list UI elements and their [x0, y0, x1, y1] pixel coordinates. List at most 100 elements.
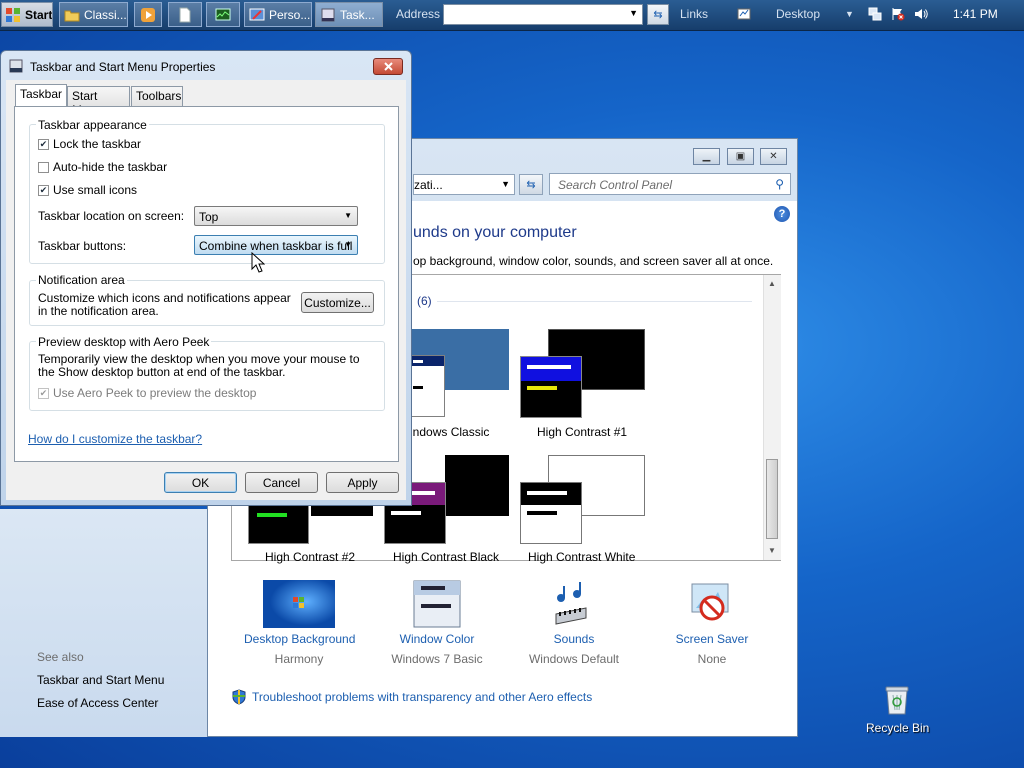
taskbar: Start Classi... Perso... Task... Address… — [0, 0, 1024, 31]
screen-saver-item[interactable]: Screen Saver None — [657, 580, 767, 666]
action-center-icon[interactable] — [891, 7, 905, 21]
chevron-down-icon[interactable]: ▼ — [629, 8, 638, 18]
desktop-toolbar-label[interactable]: Desktop — [776, 7, 820, 21]
checkbox-box[interactable]: ✔ — [38, 184, 49, 196]
chevron-down-icon: ▼ — [344, 211, 352, 220]
scroll-down-icon[interactable]: ▼ — [768, 546, 776, 555]
tab-toolbars[interactable]: Toolbars — [131, 86, 183, 106]
taskbar-button-label: Task... — [340, 7, 375, 22]
recycle-bin-icon[interactable] — [883, 684, 911, 716]
item-title[interactable]: Window Color — [382, 632, 492, 646]
breadcrumb-fragment[interactable]: zati... — [414, 178, 443, 192]
media-player-icon — [141, 7, 155, 22]
theme-thumbnail-window — [408, 355, 445, 417]
chevron-down-icon: ▼ — [344, 240, 352, 249]
taskbar-button-task-manager[interactable] — [206, 2, 240, 27]
theme-label: High Contrast #1 — [537, 425, 628, 439]
item-subtitle: Windows 7 Basic — [391, 652, 483, 666]
taskbar-button-media-player[interactable] — [134, 2, 162, 27]
item-title[interactable]: Sounds — [519, 632, 629, 646]
scroll-up-icon[interactable]: ▲ — [768, 279, 776, 288]
checkbox-box: ✔ — [38, 387, 49, 399]
taskbar-properties-icon — [9, 59, 23, 73]
network-icon[interactable] — [868, 7, 882, 21]
breadcrumb[interactable]: zati... ▼ — [413, 174, 515, 195]
item-title[interactable]: Screen Saver — [657, 632, 767, 646]
theme-label: High Contrast #2 — [265, 550, 356, 564]
desktop-background-item[interactable]: Desktop Background Harmony — [244, 580, 355, 666]
customize-button[interactable]: Customize... — [301, 292, 374, 313]
search-icon[interactable]: ⚲ — [775, 177, 784, 191]
page-subtitle: op background, window color, sounds, and… — [413, 254, 774, 268]
theme-label: High Contrast White — [528, 550, 636, 564]
maximize-icon: ▣ — [735, 151, 746, 162]
ok-button[interactable]: OK — [164, 472, 237, 493]
small-icons-checkbox[interactable]: ✔ Use small icons — [38, 183, 137, 197]
theme-thumbnail-window — [520, 482, 582, 544]
location-select[interactable]: Top ▼ — [194, 206, 358, 226]
dialog-close-button[interactable] — [373, 58, 403, 75]
desktop-chevron-icon[interactable]: ▼ — [845, 9, 854, 19]
taskbar-button-document[interactable] — [168, 2, 202, 27]
start-label: Start — [25, 7, 53, 22]
see-also-taskbar-link[interactable]: Taskbar and Start Menu — [37, 673, 164, 687]
dialog-title: Taskbar and Start Menu Properties — [30, 60, 216, 74]
window-color-item[interactable]: Window Color Windows 7 Basic — [382, 580, 492, 666]
troubleshoot-link[interactable]: Troubleshoot problems with transparency … — [232, 689, 592, 705]
clock[interactable]: 1:41 PM — [953, 7, 998, 21]
taskbar-buttons-select[interactable]: Combine when taskbar is full ▼ — [194, 235, 358, 255]
taskbar-buttons-value: Combine when taskbar is full — [199, 239, 353, 253]
chevron-down-icon[interactable]: ▼ — [501, 179, 510, 189]
refresh-button[interactable]: ⇆ — [519, 174, 543, 195]
taskbar-button-personalization[interactable]: Perso... — [244, 2, 312, 27]
theme-list-scrollbar[interactable]: ▲ ▼ — [763, 275, 781, 560]
location-label: Taskbar location on screen: — [38, 209, 185, 223]
start-button[interactable]: Start — [1, 2, 53, 27]
checkbox-label[interactable]: Use small icons — [53, 183, 137, 197]
taskbar-button-label: Classi... — [84, 7, 127, 22]
auto-hide-checkbox[interactable]: Auto-hide the taskbar — [38, 160, 167, 174]
item-title[interactable]: Desktop Background — [244, 632, 355, 646]
close-button[interactable]: ✕ — [760, 148, 787, 165]
links-label[interactable]: Links — [680, 7, 708, 21]
group-title: Taskbar appearance — [36, 118, 149, 132]
checkbox-box[interactable] — [38, 161, 49, 173]
sounds-icon — [555, 582, 587, 625]
folder-icon — [64, 10, 80, 21]
checkbox-box[interactable]: ✔ — [38, 138, 49, 150]
cancel-button[interactable]: Cancel — [245, 472, 318, 493]
address-go-button[interactable]: ⇆ — [647, 4, 669, 25]
aero-peek-checkbox: ✔ Use Aero Peek to preview the desktop — [38, 386, 256, 400]
minimize-button[interactable]: ▁ — [693, 148, 720, 165]
checkbox-label[interactable]: Auto-hide the taskbar — [53, 160, 167, 174]
links-toolbar-icon[interactable] — [737, 7, 751, 21]
apply-button[interactable]: Apply — [326, 472, 399, 493]
group-title: Notification area — [36, 273, 127, 287]
tab-start-menu[interactable]: Start Menu — [67, 86, 130, 117]
theme-label: indows Classic — [410, 425, 490, 439]
help-link[interactable]: How do I customize the taskbar? — [28, 432, 202, 446]
taskbar-button-classic-folder[interactable]: Classi... — [59, 2, 128, 27]
tab-taskbar[interactable]: Taskbar — [15, 84, 67, 107]
search-input[interactable]: Search Control Panel ⚲ — [549, 173, 791, 195]
theme-thumbnail[interactable] — [445, 455, 509, 516]
recycle-bin-label[interactable]: Recycle Bin — [866, 721, 929, 735]
document-icon — [179, 7, 191, 22]
search-placeholder: Search Control Panel — [558, 178, 673, 192]
maximize-button[interactable]: ▣ — [727, 148, 754, 165]
checkbox-label: Use Aero Peek to preview the desktop — [53, 386, 257, 400]
checkbox-label[interactable]: Lock the taskbar — [53, 137, 141, 151]
help-icon[interactable]: ? — [774, 206, 790, 222]
address-input[interactable]: ▼ — [443, 4, 643, 25]
shield-icon — [232, 689, 246, 705]
taskbar-button-taskbar-properties[interactable]: Task... — [315, 2, 383, 27]
screen-saver-icon — [691, 583, 729, 621]
task-manager-icon — [215, 8, 231, 20]
volume-icon[interactable] — [914, 7, 928, 21]
see-also-ease-of-access-link[interactable]: Ease of Access Center — [37, 696, 158, 710]
lock-taskbar-checkbox[interactable]: ✔ Lock the taskbar — [38, 137, 141, 151]
scrollbar-thumb[interactable] — [766, 459, 778, 539]
notification-description: Customize which icons and notifications … — [38, 291, 291, 318]
sounds-item[interactable]: Sounds Windows Default — [519, 580, 629, 666]
troubleshoot-text[interactable]: Troubleshoot problems with transparency … — [252, 690, 592, 704]
